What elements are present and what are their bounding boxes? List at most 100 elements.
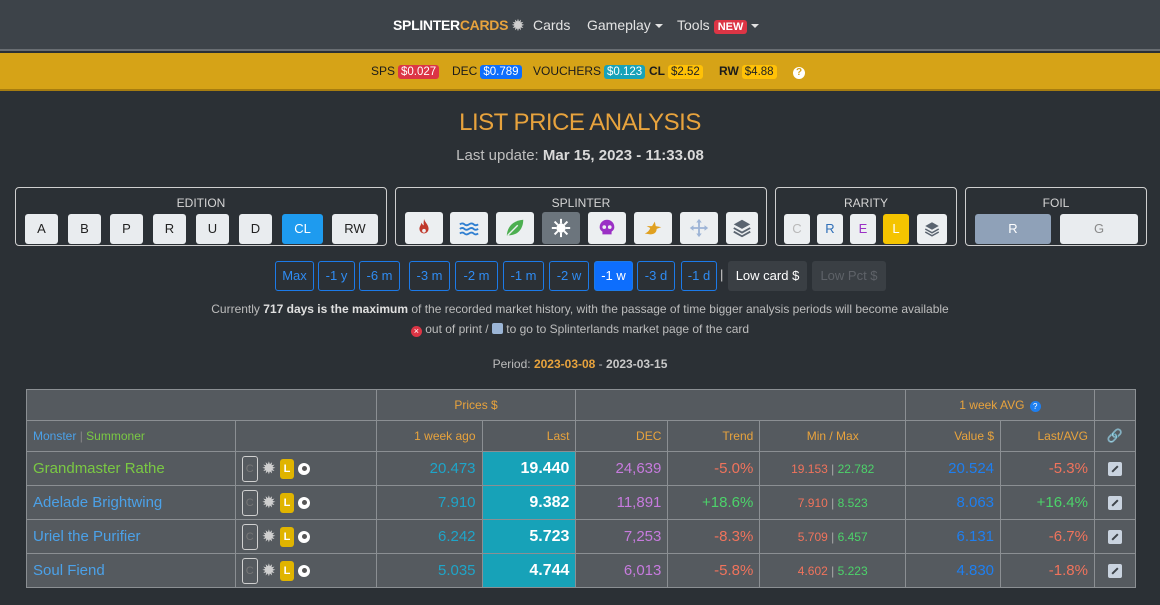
- max-price: 6.457: [837, 530, 868, 544]
- splinter-earth-button[interactable]: [496, 212, 534, 244]
- top-navbar: SPLINTERCARDS ✹ Cards Gameplay Tools NEW: [0, 0, 1160, 51]
- regular-foil-icon: [298, 496, 311, 509]
- brand-logo[interactable]: SPLINTERCARDS ✹: [393, 17, 524, 34]
- card-rarity-common-tag: C: [241, 455, 258, 482]
- dec-price: 11,891: [575, 485, 669, 520]
- legend-info: × out of print / to go to Splinterlands …: [0, 322, 1160, 337]
- rw-value: $4.88: [741, 65, 777, 79]
- week-ago-price: 6.242: [375, 519, 483, 554]
- period-button-max[interactable]: Max: [275, 261, 314, 291]
- neutral-icon: [551, 218, 571, 238]
- market-link[interactable]: [1093, 519, 1137, 554]
- header-min-max[interactable]: Min / Max: [759, 420, 907, 452]
- splinter-water-button[interactable]: [450, 212, 488, 244]
- life-icon: [689, 218, 709, 238]
- period-button-2w[interactable]: -2 w: [549, 261, 589, 291]
- header-trend[interactable]: Trend: [667, 420, 761, 452]
- splinter-all-button[interactable]: [726, 212, 758, 244]
- trend-value: -5.8%: [667, 553, 761, 588]
- foil-filter-label: FOIL: [1042, 196, 1070, 210]
- external-link-icon[interactable]: [1107, 462, 1122, 477]
- min-price: 7.910: [797, 496, 828, 510]
- nav-tools-dropdown[interactable]: Tools NEW: [677, 17, 760, 34]
- card-legendary-tag: L: [280, 492, 295, 513]
- splinter-fire-button[interactable]: [405, 212, 443, 244]
- market-link[interactable]: [1093, 485, 1137, 520]
- header-last-avg[interactable]: Last/AVG: [1000, 420, 1095, 452]
- rw-price: RW $4.88: [719, 64, 777, 79]
- low-pct-button[interactable]: Low Pct $: [812, 261, 886, 291]
- period-separator: -: [595, 357, 607, 371]
- rarity-button-legendary[interactable]: L: [883, 214, 909, 244]
- rarity-button-rare[interactable]: R: [817, 214, 843, 244]
- last-avg: -5.3%: [1000, 451, 1095, 486]
- period-button-1y[interactable]: -1 y: [318, 261, 355, 291]
- external-link-icon[interactable]: [1107, 564, 1122, 579]
- period-start: 2023-03-08: [533, 357, 596, 371]
- min-price: 19.153: [791, 462, 828, 476]
- neutral-icon: ✹: [261, 526, 277, 546]
- period-button-3m[interactable]: -3 m: [409, 261, 450, 291]
- edition-button-p[interactable]: P: [110, 214, 143, 244]
- vouchers-value: $0.123: [604, 65, 646, 79]
- card-name[interactable]: Soul Fiend: [26, 553, 236, 588]
- week-ago-price: 7.910: [375, 485, 483, 520]
- splinter-life-button[interactable]: [680, 212, 718, 244]
- edition-button-r[interactable]: R: [153, 214, 186, 244]
- period-button-1d[interactable]: -1 d: [681, 261, 717, 291]
- period-button-1w[interactable]: -1 w: [594, 261, 633, 291]
- card-tags: C ✹ L: [234, 451, 377, 486]
- period-button-3d[interactable]: -3 d: [637, 261, 675, 291]
- avg-value: 20.524: [905, 451, 1002, 486]
- external-link-icon[interactable]: [1107, 496, 1122, 511]
- week-ago-price: 5.035: [375, 553, 483, 588]
- vouchers-price: VOUCHERS $0.123: [533, 64, 646, 79]
- edition-button-u[interactable]: U: [196, 214, 229, 244]
- sps-value: $0.027: [398, 65, 440, 79]
- foil-button-gold[interactable]: G: [1060, 214, 1138, 244]
- low-card-button[interactable]: Low card $: [728, 261, 807, 291]
- edition-filter: EDITION A B P R U D CL RW: [15, 187, 387, 246]
- header-last[interactable]: Last: [481, 420, 577, 452]
- splinter-death-button[interactable]: [588, 212, 626, 244]
- splinter-dragon-button[interactable]: [634, 212, 672, 244]
- header-monster-summoner[interactable]: Monster | Summoner: [26, 420, 236, 452]
- period-button-1m[interactable]: -1 m: [503, 261, 544, 291]
- nav-cards-link[interactable]: Cards: [533, 17, 570, 33]
- edition-button-a[interactable]: A: [25, 214, 58, 244]
- header-week-ago[interactable]: 1 week ago: [375, 420, 483, 452]
- edition-button-cl[interactable]: CL: [282, 214, 323, 244]
- card-name[interactable]: Adelade Brightwing: [26, 485, 236, 520]
- death-icon: [599, 219, 615, 235]
- gear-icon: ✹: [512, 17, 524, 33]
- vouchers-label: VOUCHERS: [533, 64, 602, 78]
- period-button-6m[interactable]: -6 m: [359, 261, 400, 291]
- market-link[interactable]: [1093, 553, 1137, 588]
- header-dec[interactable]: DEC: [575, 420, 669, 452]
- info-text-bold: 717 days is the maximum: [263, 302, 409, 316]
- header-empty: [1093, 389, 1137, 421]
- dec-price: DEC $0.789: [452, 64, 522, 79]
- rw-label: RW: [719, 64, 739, 78]
- nav-gameplay-dropdown[interactable]: Gameplay: [587, 17, 663, 33]
- info-icon[interactable]: ?: [1029, 401, 1041, 412]
- rarity-button-common[interactable]: C: [784, 214, 810, 244]
- splinter-neutral-button[interactable]: [542, 212, 580, 244]
- market-link[interactable]: [1093, 451, 1137, 486]
- card-name[interactable]: Uriel the Purifier: [26, 519, 236, 554]
- header-value[interactable]: Value $: [905, 420, 1002, 452]
- avg-value: 4.830: [905, 553, 1002, 588]
- rarity-button-epic[interactable]: E: [850, 214, 876, 244]
- edition-button-b[interactable]: B: [68, 214, 101, 244]
- edition-button-d[interactable]: D: [239, 214, 272, 244]
- header-prices-group: Prices $: [375, 389, 577, 421]
- rarity-button-all[interactable]: [917, 214, 947, 244]
- external-link-icon[interactable]: [1107, 530, 1122, 545]
- edition-button-rw[interactable]: RW: [332, 214, 378, 244]
- card-name[interactable]: Grandmaster Rathe: [26, 451, 236, 486]
- foil-button-regular[interactable]: R: [975, 214, 1051, 244]
- period-button-2m[interactable]: -2 m: [455, 261, 498, 291]
- card-rarity-common-tag: C: [241, 523, 258, 550]
- help-icon[interactable]: ?: [793, 67, 805, 79]
- info-text-post: of the recorded market history, with the…: [408, 302, 949, 316]
